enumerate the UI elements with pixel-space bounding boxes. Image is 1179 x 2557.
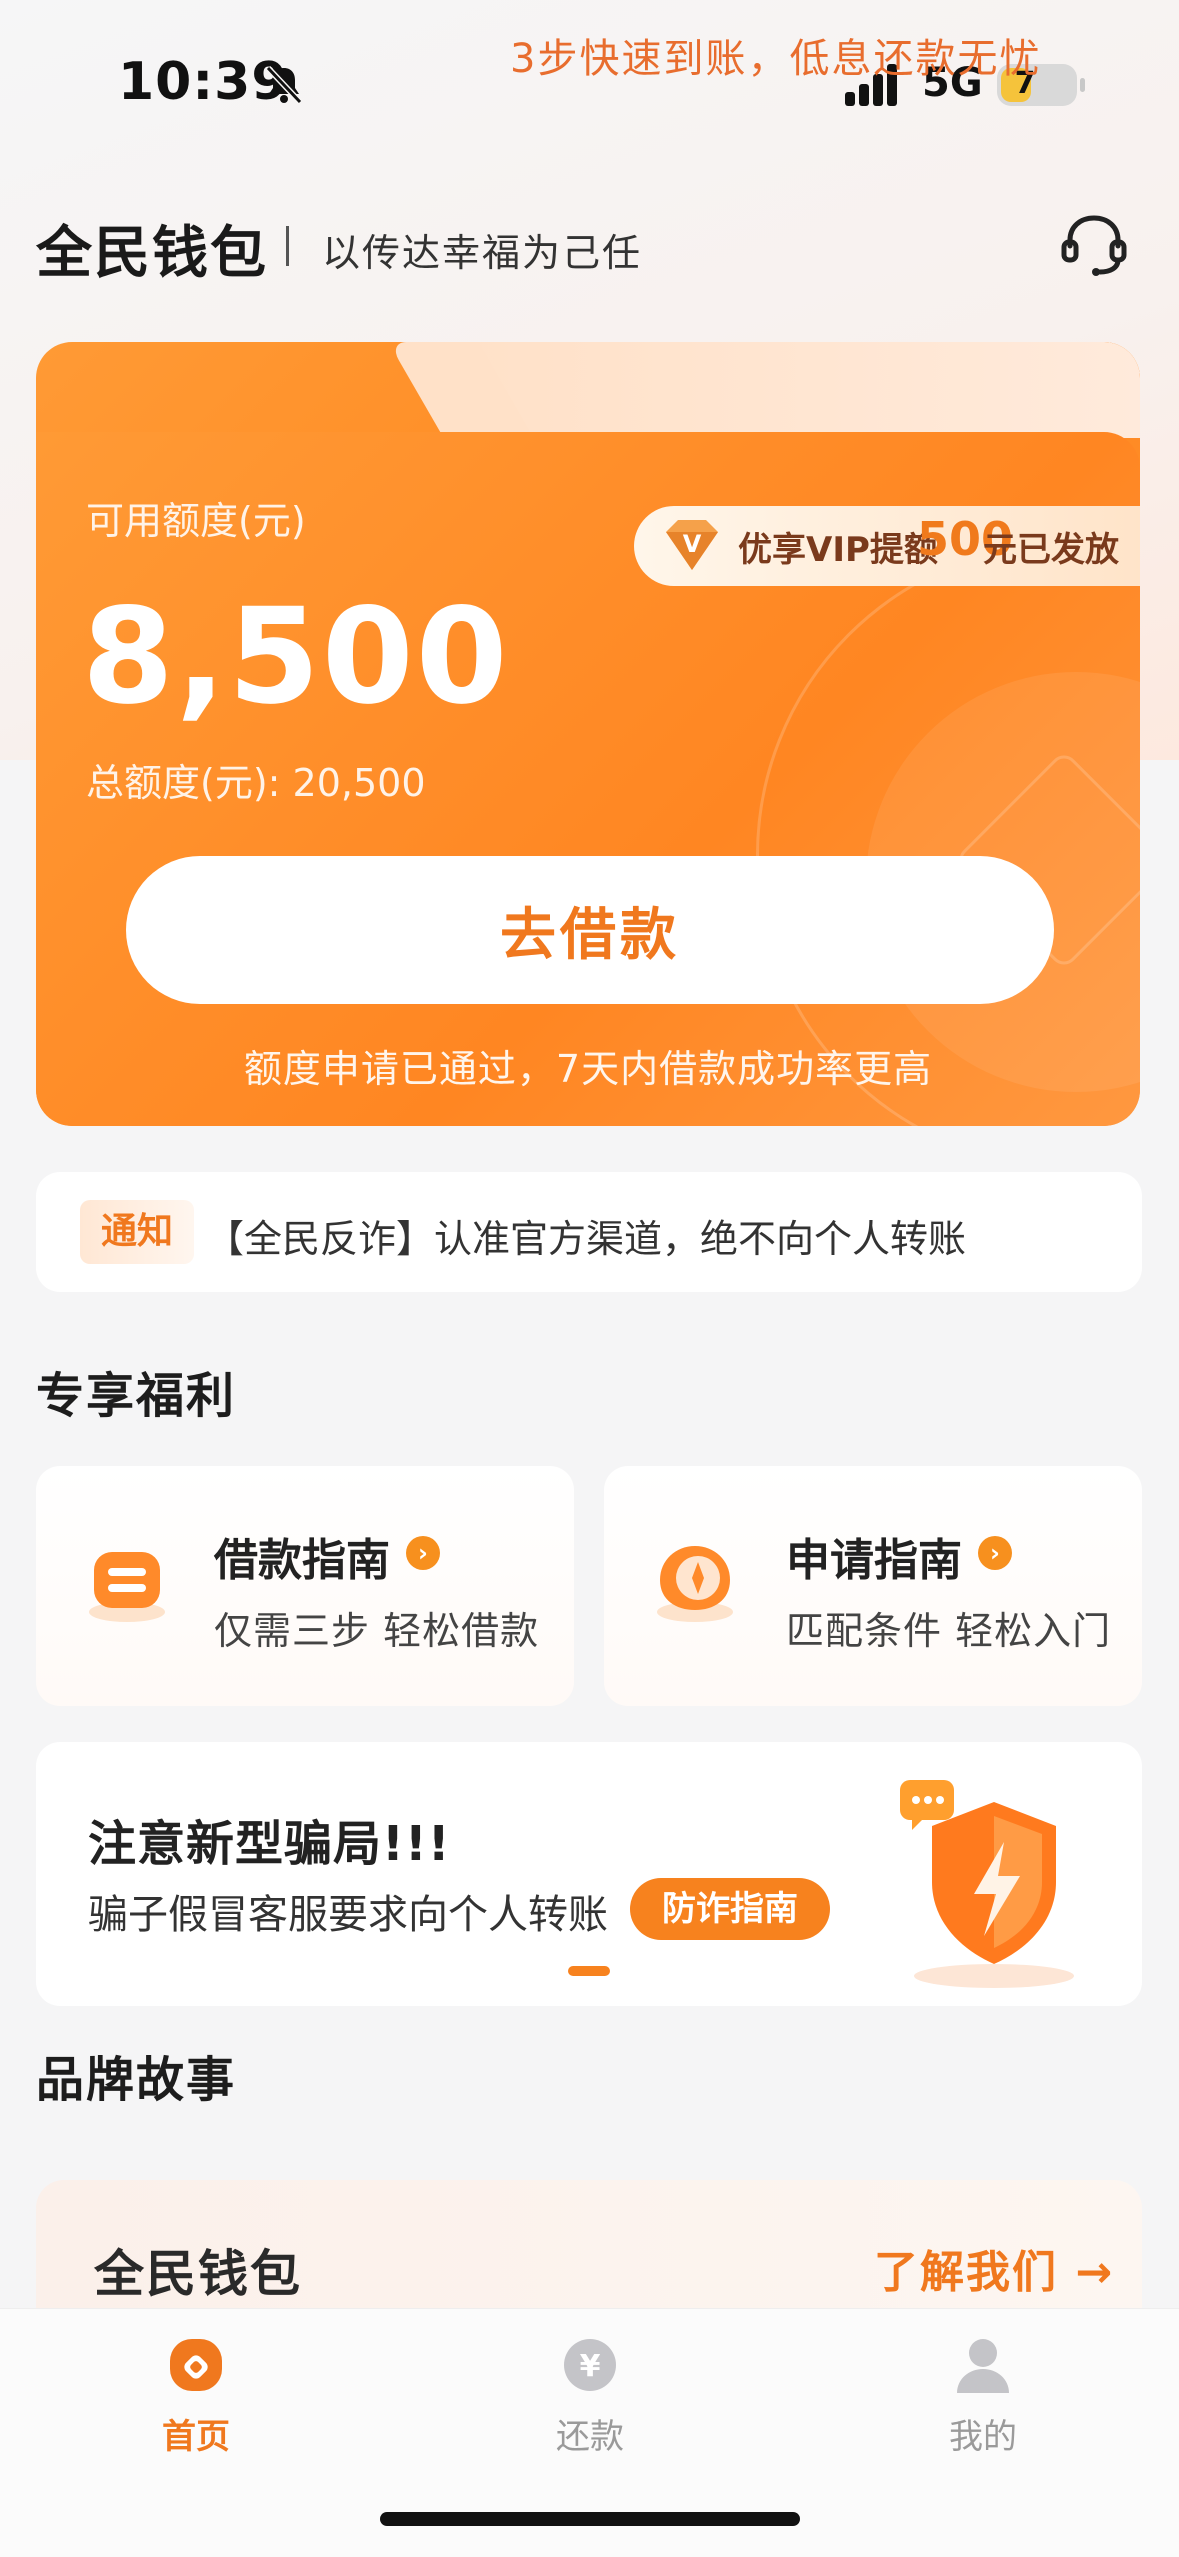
header-divider — [286, 226, 289, 266]
shield-icon — [900, 1780, 1074, 1988]
card-tab — [456, 342, 1140, 438]
arrow-right-icon: › — [978, 1536, 1012, 1570]
loan-guide-subtitle: 仅需三步 轻松借款 — [214, 1609, 540, 1653]
available-limit-label: 可用额度(元) — [86, 499, 306, 543]
svg-text:V: V — [683, 530, 702, 558]
apply-guide-card[interactable]: 申请指南 › 匹配条件 轻松入门 — [604, 1466, 1142, 1706]
bell-muted-icon — [265, 65, 303, 105]
borrow-button[interactable]: 去借款 — [126, 856, 1054, 1004]
fraud-banner-title: 注意新型骗局!!! — [88, 1816, 451, 1872]
apply-guide-subtitle: 匹配条件 轻松入门 — [786, 1609, 1112, 1653]
loan-guide-card[interactable]: 借款指南 › 仅需三步 轻松借款 — [36, 1466, 574, 1706]
arrow-right-icon: › — [406, 1536, 440, 1570]
benefits-title: 专享福利 — [36, 1368, 237, 1424]
brand-story-title: 品牌故事 — [36, 2052, 237, 2108]
loan-guide-icon — [89, 1552, 165, 1622]
vip-text-suffix: 元已发放 — [983, 530, 1119, 570]
fraud-banner[interactable]: 注意新型骗局!!! 骗子假冒客服要求向个人转账 防诈指南 — [36, 1742, 1142, 2006]
tab-home[interactable]: 首页 — [96, 2333, 296, 2458]
apply-guide-title: 申请指南 — [786, 1535, 962, 1586]
app-slogan: 以传达幸福为己任 — [322, 231, 643, 275]
vip-diamond-icon: V — [666, 520, 718, 570]
vip-text-prefix: 优享VIP提额 — [738, 530, 938, 570]
available-amount: 8,500 — [82, 580, 510, 734]
compass-icon — [657, 1546, 733, 1622]
home-icon — [170, 2339, 222, 2391]
notice-tag: 通知 — [80, 1200, 194, 1264]
fraud-banner-text: 骗子假冒客服要求向个人转账 — [88, 1892, 608, 1938]
credit-card — [36, 342, 1140, 1126]
tab-mine-label: 我的 — [949, 2417, 1017, 2457]
card-tab-text: 3步快速到账，低息还款无忧 — [510, 36, 1042, 82]
about-us-link[interactable]: 了解我们 → — [874, 2236, 1114, 2300]
customer-service-icon[interactable] — [1058, 208, 1130, 280]
home-indicator — [380, 2512, 800, 2526]
notice-text: 【全民反诈】认准官方渠道，绝不向个人转账 — [206, 1217, 967, 1261]
total-limit: 总额度(元): 20,500 — [86, 761, 426, 805]
loan-guide-title: 借款指南 — [214, 1535, 390, 1586]
brand-card-title: 全民钱包 — [94, 2245, 302, 2303]
tab-home-label: 首页 — [162, 2417, 230, 2457]
tab-repay[interactable]: ¥ 还款 — [490, 2333, 690, 2458]
carousel-indicator — [568, 1966, 610, 1976]
fraud-guide-button[interactable]: 防诈指南 — [630, 1878, 830, 1940]
app-title: 全民钱包 — [36, 221, 268, 286]
svg-text:¥: ¥ — [580, 2349, 601, 2384]
tab-mine[interactable]: 我的 — [883, 2333, 1083, 2458]
yuan-icon: ¥ — [564, 2339, 616, 2391]
tab-repay-label: 还款 — [556, 2417, 624, 2457]
notice-bar[interactable]: 通知 【全民反诈】认准官方渠道，绝不向个人转账 — [36, 1172, 1142, 1292]
card-note: 额度申请已通过，7天内借款成功率更高 — [243, 1047, 933, 1091]
person-icon — [957, 2339, 1009, 2393]
